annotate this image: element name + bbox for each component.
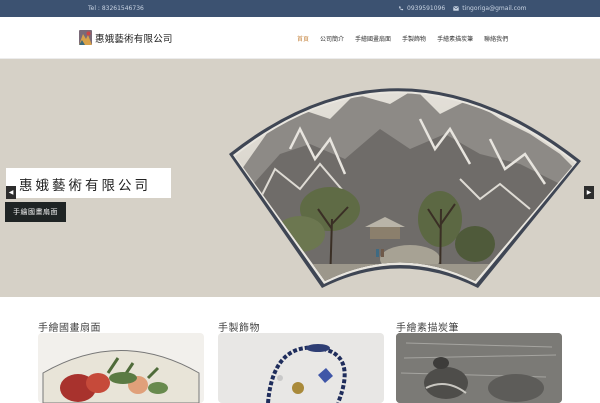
phone-number: Tel : 83261546736 [88, 5, 144, 12]
contact-right: 0939591096 tingoriga@gmail.com [398, 5, 527, 12]
slider-next-button[interactable]: ▶ [584, 186, 594, 199]
mobile-number: 0939591096 [407, 5, 446, 12]
nav-item-handmade-ornaments[interactable]: 手製飾物 [402, 34, 426, 43]
nav-item-charcoal-sketches[interactable]: 手繪素描炭筆 [437, 34, 473, 43]
envelope-icon [453, 6, 460, 11]
phone-icon [398, 6, 404, 11]
logo-icon [79, 30, 92, 45]
email-item[interactable]: tingoriga@gmail.com [453, 5, 527, 12]
ornament-image [218, 333, 384, 403]
hero-slider: 惠娥藝術有限公司 手繪國畫扇面 ◀ ▶ [0, 59, 600, 297]
slider-prev-button[interactable]: ◀ [6, 186, 16, 199]
charcoal-sketch-image [396, 333, 562, 403]
logo[interactable]: 惠娥藝術有限公司 [79, 30, 173, 45]
hero-cta-button[interactable]: 手繪國畫扇面 [5, 202, 66, 222]
nav-item-fan-paintings[interactable]: 手繪國畫扇面 [355, 34, 391, 43]
category-title-fan-paintings[interactable]: 手繪國畫扇面 [38, 319, 101, 334]
email-address[interactable]: tingoriga@gmail.com [462, 5, 526, 12]
contact-bar: Tel : 83261546736 0939591096 tingoriga@g… [0, 0, 600, 17]
category-image-ornaments[interactable] [218, 333, 384, 403]
mobile-item: 0939591096 [398, 5, 445, 12]
nav-item-contact[interactable]: 聯絡我們 [484, 34, 508, 43]
category-image-charcoal[interactable] [396, 333, 562, 403]
category-title-ornaments[interactable]: 手製飾物 [218, 319, 260, 334]
nav-item-home[interactable]: 首頁 [297, 34, 309, 43]
flower-fan-image [38, 333, 204, 403]
nav-item-about[interactable]: 公司簡介 [320, 34, 344, 43]
category-image-fan-paintings[interactable] [38, 333, 204, 403]
company-name: 惠娥藝術有限公司 [95, 33, 173, 45]
product-categories: 手繪國畫扇面 手製飾物 手繪素描炭筆 [0, 297, 600, 403]
hero-title: 惠娥藝術有限公司 [6, 168, 171, 198]
main-nav: 首頁 公司簡介 手繪國畫扇面 手製飾物 手繪素描炭筆 聯絡我們 [297, 34, 508, 43]
site-header: 惠娥藝術有限公司 首頁 公司簡介 手繪國畫扇面 手製飾物 手繪素描炭筆 聯絡我們 [0, 17, 600, 59]
category-title-charcoal[interactable]: 手繪素描炭筆 [396, 319, 459, 334]
